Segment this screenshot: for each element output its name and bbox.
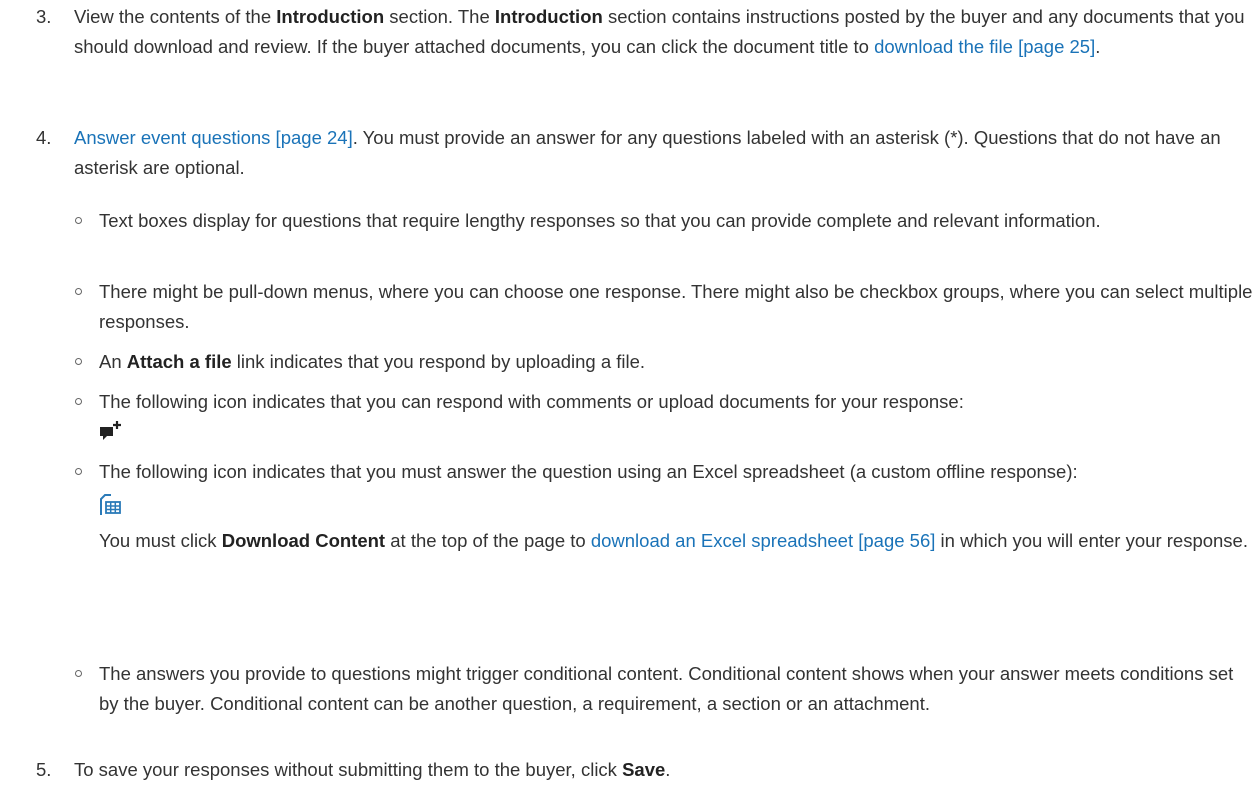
step-3-text: View the contents of the Introduction se… bbox=[74, 6, 1245, 57]
circle-bullet-icon bbox=[75, 468, 82, 475]
download-file-link[interactable]: download the file [page 25] bbox=[874, 36, 1095, 57]
introduction-term: Introduction bbox=[276, 6, 385, 27]
list-item: The answers you provide to questions mig… bbox=[75, 659, 1255, 719]
step-4: 4. Answer event questions [page 24]. You… bbox=[36, 123, 1251, 183]
circle-bullet-icon bbox=[75, 670, 82, 677]
save-term: Save bbox=[622, 759, 666, 780]
step-5: 5. To save your responses without submit… bbox=[36, 755, 1251, 785]
attach-a-file-term: Attach a file bbox=[126, 351, 232, 372]
list-item: There might be pull-down menus, where yo… bbox=[75, 277, 1255, 337]
circle-bullet-icon bbox=[75, 288, 82, 295]
download-excel-spreadsheet-link[interactable]: download an Excel spreadsheet [page 56] bbox=[591, 530, 936, 551]
answer-event-questions-link[interactable]: Answer event questions [page 24] bbox=[74, 127, 353, 148]
list-item: Text boxes display for questions that re… bbox=[75, 206, 1255, 236]
circle-bullet-icon bbox=[75, 217, 82, 224]
spreadsheet-icon bbox=[99, 493, 123, 521]
step-number: 5. bbox=[36, 759, 52, 780]
list-item: The following icon indicates that you ca… bbox=[75, 387, 1255, 451]
step-number: 4. bbox=[36, 127, 52, 148]
step-3: 3. View the contents of the Introduction… bbox=[36, 2, 1251, 62]
download-content-term: Download Content bbox=[221, 530, 386, 551]
comment-add-icon bbox=[99, 420, 125, 451]
list-item: An Attach a file link indicates that you… bbox=[75, 347, 1255, 377]
step-number: 3. bbox=[36, 6, 52, 27]
circle-bullet-icon bbox=[75, 358, 82, 365]
document-page: 3. View the contents of the Introduction… bbox=[0, 0, 1260, 797]
list-item: The following icon indicates that you mu… bbox=[75, 457, 1255, 556]
introduction-term: Introduction bbox=[494, 6, 603, 27]
step-4-text: Answer event questions [page 24]. You mu… bbox=[74, 127, 1221, 178]
circle-bullet-icon bbox=[75, 398, 82, 405]
